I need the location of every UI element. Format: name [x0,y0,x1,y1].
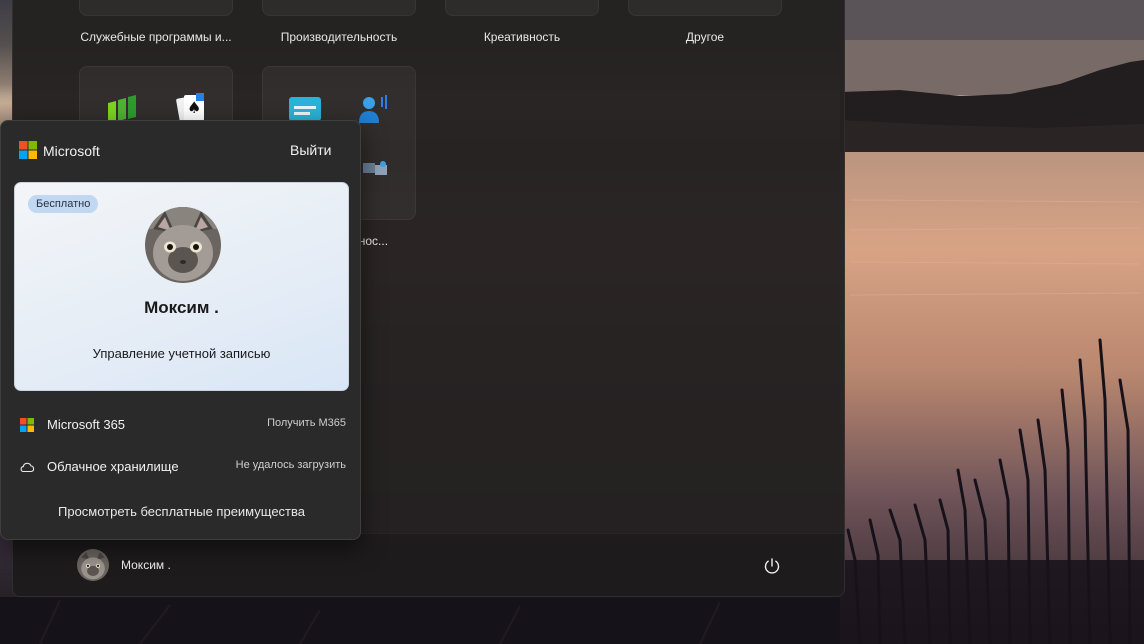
cloud-storage-row[interactable]: Облачное хранилище Не удалось загрузить [1,449,362,485]
sign-out-button[interactable]: Выйти [281,135,340,165]
manage-account-link[interactable]: Управление учетной записью [15,346,348,361]
microsoft-365-icon [20,418,34,432]
folder-tile-productivity[interactable] [262,0,416,16]
user-avatar[interactable] [77,549,109,581]
remote-desktop-icon [363,161,387,175]
folder-label-creativity: Креативность [483,30,561,44]
folder-label-productivity: Производительность [280,30,398,44]
solitaire-app-icon: ♠ [176,93,204,123]
account-avatar [145,207,221,283]
account-card[interactable]: Бесплатно Моксим . Управление учетной за… [14,182,349,391]
get-m365-link[interactable]: Получить M365 [267,417,346,429]
folder-tile-utilities[interactable] [79,0,233,16]
user-name[interactable]: Моксим . [121,558,171,572]
view-benefits-link[interactable]: Просмотреть бесплатные преимущества [1,504,362,519]
folder-label-utilities: Служебные программы и... [80,30,232,44]
folder-label-other: Другое [685,30,725,44]
microsoft-365-label: Microsoft 365 [47,417,126,432]
microsoft-365-row[interactable]: Microsoft 365 Получить M365 [1,407,362,443]
power-button[interactable] [757,551,787,581]
notes-app-icon [289,97,321,121]
folder-tile-other[interactable] [628,0,782,16]
user-bar: Моксим . [13,533,844,596]
microsoft-logo-icon [19,141,37,159]
voice-access-icon [359,95,387,123]
power-icon [764,558,780,574]
account-user-name: Моксим . [144,298,219,317]
plan-badge: Бесплатно [28,195,99,213]
cloud-icon [20,462,35,473]
microsoft-brand-label: Microsoft [43,143,100,159]
folder-tile-creativity[interactable] [445,0,599,16]
account-flyout: Microsoft Выйти Бесплатно Моксим . Управ… [0,120,361,540]
cloud-storage-label: Облачное хранилище [47,459,179,474]
stocks-app-icon [108,95,136,123]
cloud-storage-status: Не удалось загрузить [235,459,346,471]
